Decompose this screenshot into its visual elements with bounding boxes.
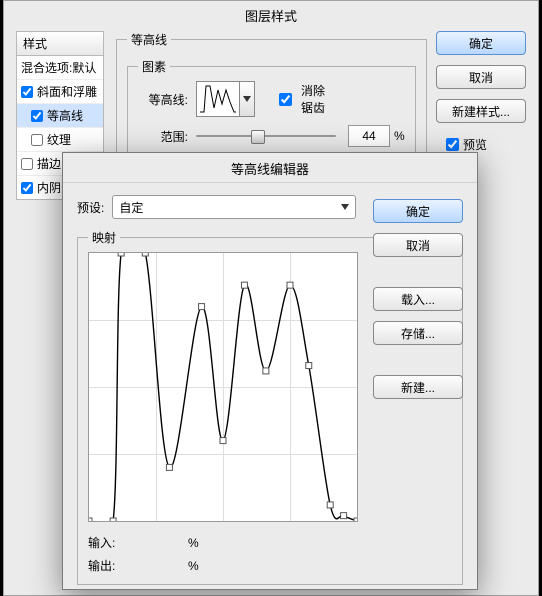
contour-editor-buttons: 确定 取消 载入... 存储... 新建... [373,199,463,399]
curve-path [89,253,357,521]
editor-save-button[interactable]: 存储... [373,321,463,345]
contour-editor-dialog: 等高线编辑器 预设: 自定 映射 输入: % 输出: % 确定 取消 [62,152,478,590]
mapping-legend: 映射 [88,229,120,246]
curve-anchor[interactable] [287,282,293,288]
chevron-down-icon [243,96,251,102]
output-label: 输出: [88,557,138,574]
curve-anchor[interactable] [327,502,333,508]
range-percent: % [394,129,405,143]
curve-anchor[interactable] [142,253,148,256]
range-slider[interactable] [196,126,336,146]
contour-label: 等高线: [138,91,188,108]
ok-button[interactable]: 确定 [436,31,526,55]
new-style-button[interactable]: 新建样式... [436,99,526,123]
style-label: 斜面和浮雕 [37,83,97,100]
editor-new-button[interactable]: 新建... [373,375,463,399]
input-percent: % [188,536,199,550]
style-checkbox[interactable] [21,86,33,98]
curve-anchor[interactable] [263,368,269,374]
curve-anchor[interactable] [89,518,92,521]
style-checkbox[interactable] [31,110,43,122]
style-checkbox[interactable] [21,158,33,170]
curve-anchor[interactable] [241,282,247,288]
styles-header[interactable]: 样式 [16,31,104,56]
editor-cancel-button[interactable]: 取消 [373,233,463,257]
contour-legend: 等高线 [127,31,171,48]
contour-thumbnail[interactable] [196,81,240,117]
preset-value: 自定 [119,199,143,216]
curve-anchor[interactable] [118,253,124,256]
contour-dropdown-arrow[interactable] [240,81,255,117]
curve-anchor[interactable] [110,518,116,521]
curve-anchor[interactable] [199,304,205,310]
preview-input[interactable] [446,138,459,151]
style-label: 等高线 [47,107,83,124]
curve-anchor[interactable] [220,438,226,444]
anti-alias-checkbox[interactable]: 消除锯齿 [275,82,325,116]
elements-legend: 图素 [138,58,170,75]
cancel-button[interactable]: 取消 [436,65,526,89]
slider-track [196,135,336,137]
input-label: 输入: [88,534,138,551]
style-row[interactable]: 纹理 [17,128,103,152]
style-row[interactable]: 等高线 [17,104,103,128]
preview-label: 预览 [463,136,487,153]
layer-style-title: 图层样式 [4,1,538,28]
anti-alias-label: 消除锯齿 [296,82,325,116]
blend-options-label: 混合选项:默认 [21,59,96,76]
style-label: 描边 [37,155,61,172]
contour-section: 等高线 图素 等高线: 消除锯齿 [116,31,426,141]
curve-anchor[interactable] [306,363,312,369]
editor-load-button[interactable]: 载入... [373,287,463,311]
preset-select[interactable]: 自定 [112,195,356,219]
contour-fieldset: 等高线 图素 等高线: 消除锯齿 [116,31,427,169]
anti-alias-input[interactable] [279,93,292,106]
contour-editor-title: 等高线编辑器 [63,153,477,183]
curve-svg [89,253,357,521]
range-input[interactable] [348,125,390,147]
contour-thumbnail-curve [198,84,238,114]
output-percent: % [188,559,199,573]
layer-style-buttons: 确定 取消 新建样式... 预览 [436,31,526,154]
style-checkbox[interactable] [31,134,43,146]
style-checkbox[interactable] [21,182,33,194]
elements-fieldset: 图素 等高线: 消除锯齿 [127,58,416,158]
preset-label: 预设: [77,199,104,216]
curve-anchor[interactable] [354,518,357,521]
editor-ok-button[interactable]: 确定 [373,199,463,223]
slider-thumb[interactable] [251,130,265,144]
curve-anchor[interactable] [341,513,347,519]
blend-options-row[interactable]: 混合选项:默认 [17,56,103,80]
chevron-down-icon [341,204,349,210]
style-row[interactable]: 斜面和浮雕 [17,80,103,104]
style-label: 纹理 [47,131,71,148]
range-label: 范围: [138,128,188,145]
curve-canvas[interactable] [88,252,358,522]
curve-anchor[interactable] [166,464,172,470]
